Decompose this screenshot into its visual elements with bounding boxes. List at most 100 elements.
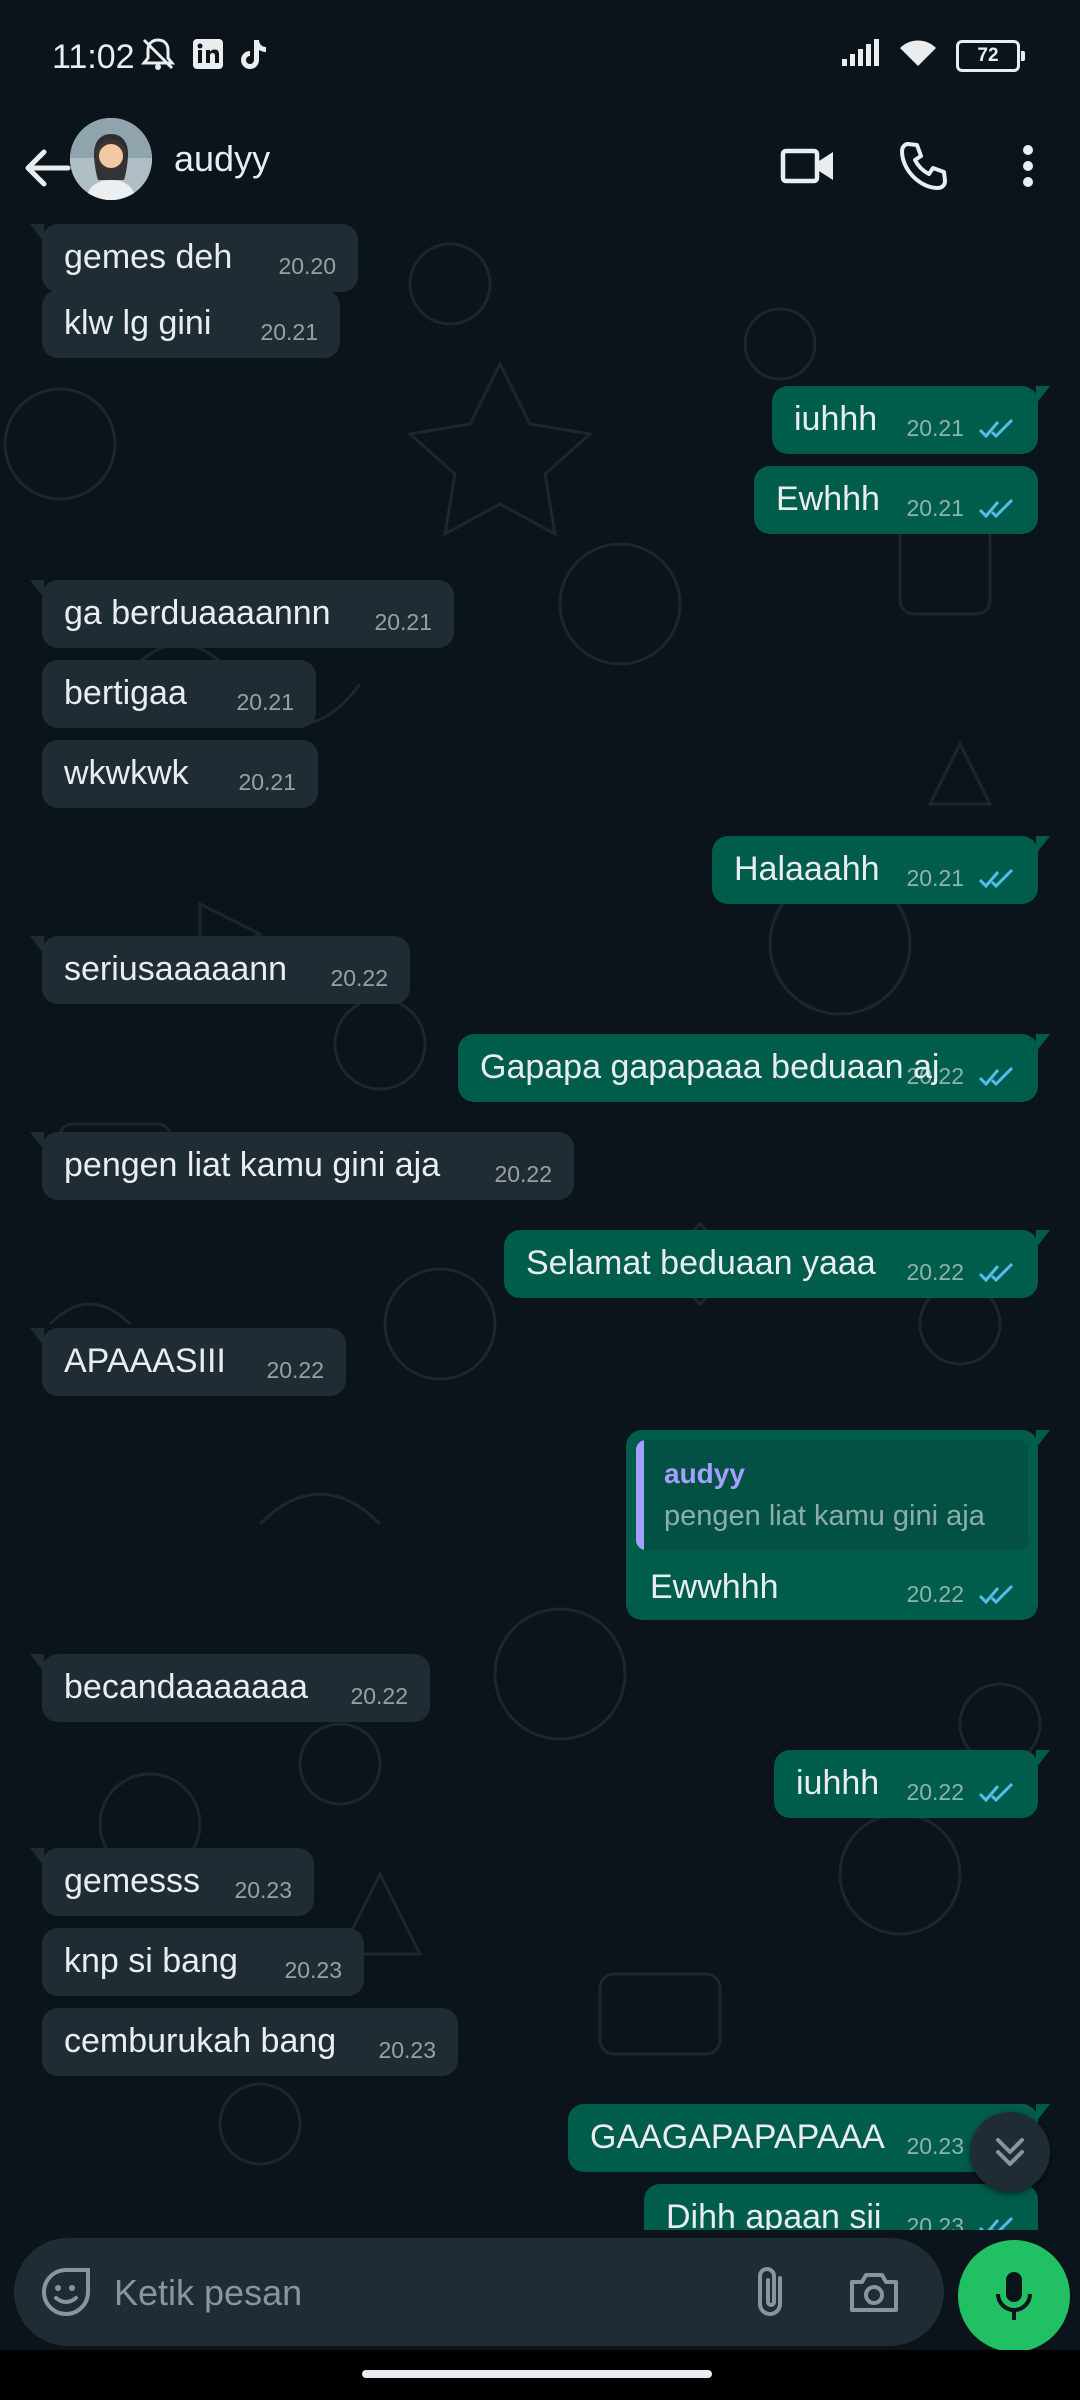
message-time: 20.23 xyxy=(378,2037,436,2063)
message-text: Halaaahh xyxy=(734,850,880,888)
message-text: ga berduaaaannn xyxy=(64,594,331,632)
message-text: Ewhhh xyxy=(776,480,880,518)
paperclip-icon[interactable] xyxy=(738,2260,802,2324)
incoming-message[interactable]: gemes deh 20.20 xyxy=(30,224,358,292)
contact-name[interactable]: audyy xyxy=(174,138,270,180)
message-time: 20.21 xyxy=(236,689,294,715)
message-text: Selamat beduaan yaaa xyxy=(526,1244,876,1282)
read-ticks-icon xyxy=(978,1584,1014,1605)
read-ticks-icon xyxy=(978,418,1014,439)
outgoing-message[interactable]: iuhhh 20.22 xyxy=(774,1750,1050,1818)
read-ticks-icon xyxy=(978,1782,1014,1803)
quoted-message[interactable]: audyy pengen liat kamu gini aja xyxy=(636,1440,1028,1550)
outgoing-message[interactable]: Dihh apaan sii 20.23 xyxy=(644,2184,1038,2230)
contact-avatar[interactable] xyxy=(70,118,152,200)
outgoing-message[interactable]: Gapapa gapapaaa beduaan aj 20.22 xyxy=(458,1034,1050,1102)
message-time: 20.21 xyxy=(906,415,964,441)
status-time: 11:02 xyxy=(52,38,135,76)
scroll-to-bottom-button[interactable] xyxy=(970,2112,1050,2192)
message-text: iuhhh xyxy=(794,400,878,438)
system-nav-bar xyxy=(0,2350,1080,2400)
outgoing-message[interactable]: Halaaahh 20.21 xyxy=(712,836,1050,904)
message-text: knp si bang xyxy=(64,1942,238,1980)
quote-author: audyy xyxy=(664,1458,745,1489)
message-time: 20.22 xyxy=(330,965,388,991)
quote-text: pengen liat kamu gini aja xyxy=(664,1500,985,1532)
video-call-icon[interactable] xyxy=(776,134,840,198)
message-text: gemes deh xyxy=(64,238,233,276)
message-text: wkwkwk xyxy=(64,754,189,792)
message-time: 20.21 xyxy=(260,319,318,345)
incoming-message[interactable]: klw lg gini 20.21 xyxy=(42,290,340,358)
read-ticks-icon xyxy=(978,498,1014,519)
incoming-message[interactable]: ga berduaaaannn 20.21 xyxy=(30,580,454,648)
linkedin-icon xyxy=(192,38,224,75)
incoming-message[interactable]: bertigaa 20.21 xyxy=(42,660,316,728)
message-time: 20.21 xyxy=(906,865,964,891)
message-time: 20.22 xyxy=(906,1581,964,1607)
outgoing-message[interactable]: iuhhh 20.21 xyxy=(772,386,1050,454)
message-time: 20.23 xyxy=(906,2213,964,2230)
message-time: 20.22 xyxy=(266,1357,324,1383)
signal-icon xyxy=(840,39,880,72)
message-time: 20.21 xyxy=(374,609,432,635)
message-text: seriusaaaaann xyxy=(64,950,288,988)
message-text: APAAASIII xyxy=(64,1342,226,1380)
message-time: 20.22 xyxy=(494,1161,552,1187)
message-time: 20.22 xyxy=(906,1063,964,1089)
message-time: 20.22 xyxy=(350,1683,408,1709)
double-chevron-down-icon xyxy=(996,2138,1024,2166)
message-text: Dihh apaan sii xyxy=(666,2198,882,2230)
status-notification-icons xyxy=(138,36,268,77)
voice-record-button[interactable] xyxy=(958,2240,1070,2352)
message-time: 20.21 xyxy=(906,495,964,521)
message-time: 20.22 xyxy=(906,1259,964,1285)
message-time: 20.23 xyxy=(284,1957,342,1983)
read-ticks-icon xyxy=(978,2216,1014,2230)
home-indicator[interactable] xyxy=(362,2370,712,2378)
message-list[interactable]: gemes deh 20.20 klw lg gini 20.21 iuhhh 20.21… xyxy=(0,224,1080,2230)
message-time: 20.23 xyxy=(906,2133,964,2159)
battery-icon: 72 xyxy=(956,39,1025,72)
status-system-icons: 72 xyxy=(840,38,1025,73)
quote-accent-bar xyxy=(636,1440,644,1550)
outgoing-message[interactable]: GAAGAPAPAPAAA 20.23 xyxy=(568,2104,1050,2172)
message-text: cemburukah bang xyxy=(64,2022,337,2060)
sticker-emoji-icon[interactable] xyxy=(34,2260,98,2324)
incoming-message[interactable]: APAAASIII 20.22 xyxy=(30,1328,346,1396)
wifi-icon xyxy=(898,38,938,73)
status-bar: 11:02 72 xyxy=(0,0,1080,112)
incoming-message[interactable]: becandaaaaaaa 20.22 xyxy=(30,1654,430,1722)
incoming-message[interactable]: knp si bang 20.23 xyxy=(42,1928,364,1996)
message-time: 20.23 xyxy=(234,1877,292,1903)
do-not-disturb-bell-icon xyxy=(138,36,178,77)
voice-call-icon[interactable] xyxy=(892,134,956,198)
message-text: Gapapa gapapaaa beduaan aj xyxy=(480,1048,940,1086)
read-ticks-icon xyxy=(978,868,1014,889)
message-input[interactable]: Ketik pesan xyxy=(14,2238,944,2346)
camera-icon[interactable] xyxy=(842,2260,906,2324)
incoming-message[interactable]: wkwkwk 20.21 xyxy=(42,740,318,808)
message-text: becandaaaaaaa xyxy=(64,1668,308,1706)
message-text: GAAGAPAPAPAAA xyxy=(590,2118,885,2156)
incoming-message[interactable]: seriusaaaaann 20.22 xyxy=(30,936,410,1004)
outgoing-reply-message[interactable]: audyy pengen liat kamu gini aja Ewwhhh 2… xyxy=(626,1430,1050,1620)
microphone-icon xyxy=(996,2272,1032,2320)
message-text: gemesss xyxy=(64,1862,201,1900)
message-text: pengen liat kamu gini aja xyxy=(64,1146,441,1184)
message-time: 20.21 xyxy=(238,769,296,795)
incoming-message[interactable]: pengen liat kamu gini aja 20.22 xyxy=(30,1132,574,1200)
incoming-message[interactable]: gemesss 20.23 xyxy=(30,1848,314,1916)
incoming-message[interactable]: cemburukah bang 20.23 xyxy=(42,2008,458,2076)
outgoing-message[interactable]: Selamat beduaan yaaa 20.22 xyxy=(504,1230,1050,1298)
outgoing-message[interactable]: Ewhhh 20.21 xyxy=(754,466,1038,534)
read-ticks-icon xyxy=(978,1066,1014,1087)
message-text: Ewwhhh xyxy=(650,1568,779,1606)
tiktok-icon xyxy=(238,38,268,75)
more-options-icon[interactable] xyxy=(996,134,1060,198)
message-text: klw lg gini xyxy=(64,304,212,342)
composer-bar: Ketik pesan xyxy=(0,2230,1080,2352)
message-time: 20.22 xyxy=(906,1779,964,1805)
message-text: bertigaa xyxy=(64,674,187,712)
message-input-placeholder: Ketik pesan xyxy=(114,2272,303,2313)
